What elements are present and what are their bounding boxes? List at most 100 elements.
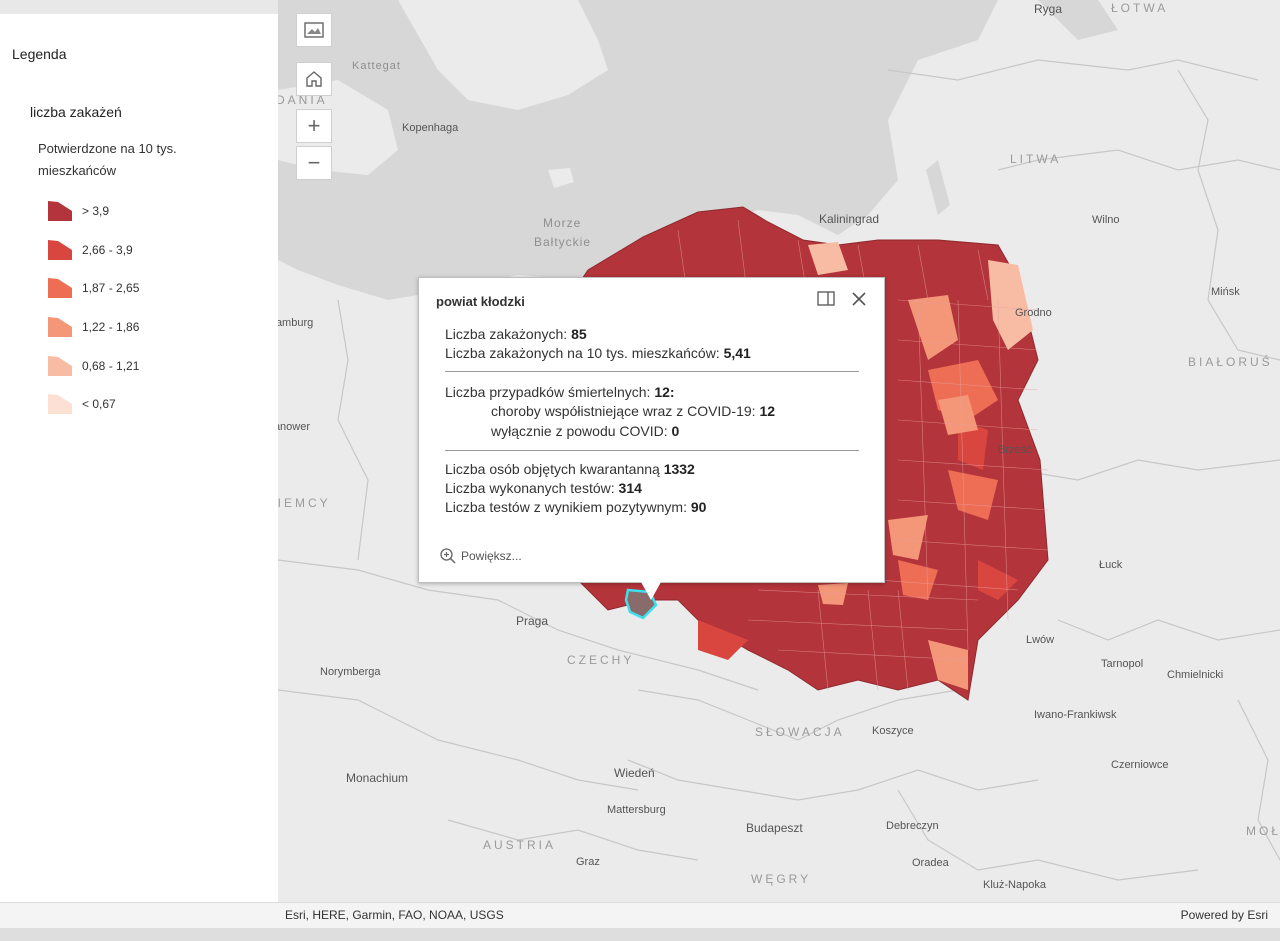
zoom-to-label: Powiększ...: [461, 549, 522, 563]
map-label: WĘGRY: [751, 872, 812, 886]
legend-panel: Legenda liczba zakażeń Potwierdzone na 1…: [0, 14, 278, 902]
home-icon: [306, 71, 322, 87]
border-line: [1017, 459, 1280, 481]
legend-item: < 0,67: [46, 385, 139, 424]
popup-tests-label: Liczba wykonanych testów:: [445, 480, 619, 496]
legend-swatch: [48, 317, 72, 338]
popup-tests: Liczba wykonanych testów: 314: [445, 480, 642, 496]
map-label: CZECHY: [567, 653, 635, 667]
popup-quarantine-label: Liczba osób objętych kwarantanną: [445, 461, 664, 477]
legend-swatch: [48, 394, 72, 415]
map-label: Bałtyckie: [534, 235, 592, 249]
close-button[interactable]: [849, 289, 869, 309]
border-line: [278, 689, 639, 791]
legend-item-label: 1,22 - 1,86: [82, 320, 140, 335]
popup-separator: [445, 371, 859, 372]
map-label: Chmielnicki: [1167, 669, 1224, 681]
popup-positive-label: Liczba testów z wynikiem pozytywnym:: [445, 499, 691, 515]
popup-deaths: Liczba przypadków śmiertelnych: 12:: [445, 384, 675, 400]
legend-item-label: > 3,9: [82, 204, 110, 219]
border-line: [627, 759, 1039, 801]
popup-quarantine: Liczba osób objętych kwarantanną 1332: [445, 461, 695, 477]
legend-title: Legenda: [12, 46, 67, 62]
popup-positive: Liczba testów z wynikiem pozytywnym: 90: [445, 499, 706, 515]
powered-by-link[interactable]: Powered by Esri: [1181, 908, 1268, 922]
popup-covid-only-label: wyłącznie z powodu COVID:: [491, 423, 672, 439]
legend-swatch: [48, 239, 72, 260]
legend-item: 0,68 - 1,21: [46, 346, 139, 385]
basemap-gallery-icon: [304, 22, 324, 38]
legend-swatch: [48, 278, 72, 299]
map-label: Graz: [576, 856, 600, 868]
map-label: Czerniowce: [1111, 759, 1169, 771]
legend-item-label: < 0,67: [82, 397, 116, 412]
map-label: BIAŁORUŚ: [1188, 355, 1273, 369]
map-label: Mińsk: [1211, 286, 1240, 298]
zoom-to-link[interactable]: Powiększ...: [439, 547, 522, 565]
legend-item: 1,22 - 1,86: [46, 308, 139, 347]
map-label: LITWA: [1010, 152, 1062, 166]
map-label: Wiedeń: [614, 766, 655, 780]
popup-deaths-label: Liczba przypadków śmiertelnych:: [445, 384, 655, 400]
legend-item-label: 0,68 - 1,21: [82, 358, 140, 373]
map-label: SŁOWACJA: [755, 725, 845, 739]
map-label: Kaliningrad: [819, 212, 880, 226]
map-label: Koszyce: [872, 725, 914, 737]
popup-separator: [445, 450, 859, 451]
legend-item-label: 2,66 - 3,9: [82, 242, 133, 257]
popup-pointer: [641, 582, 661, 600]
dock-button[interactable]: [817, 291, 835, 307]
border-line: [887, 59, 1259, 81]
map-label: MOŁD: [1246, 824, 1280, 838]
map-label: Tarnopol: [1101, 658, 1144, 670]
popup-deaths-value: 12:: [654, 384, 675, 400]
map-label: Morze: [543, 216, 582, 230]
border-line: [337, 299, 369, 561]
basemap-gallery-button[interactable]: [296, 13, 332, 47]
map-label: Iwano-Frankiwsk: [1034, 709, 1117, 721]
map-label: ŁOTWA: [1111, 1, 1169, 15]
popup-comorbid-label: choroby współistniejące wraz z COVID-19:: [491, 403, 760, 419]
zoom-out-button[interactable]: −: [296, 146, 332, 180]
legend-item: 2,66 - 3,9: [46, 231, 139, 270]
map-label: Ryga: [1034, 2, 1063, 16]
legend-item: 1,87 - 2,65: [46, 269, 139, 308]
map-label: NIEMCY: [278, 496, 331, 510]
legend-swatch: [48, 355, 72, 376]
map-label: Kopenhaga: [402, 122, 459, 134]
map-label: Kattegat: [352, 60, 401, 72]
map-label: Łuck: [1099, 559, 1123, 571]
map-label: Wilno: [1092, 214, 1120, 226]
map-app: Legenda liczba zakażeń Potwierdzone na 1…: [0, 0, 1280, 930]
popup-comorbid-value: 12: [759, 403, 776, 419]
zoom-in-button[interactable]: +: [296, 109, 332, 143]
legend-item-label: 1,87 - 2,65: [82, 281, 140, 296]
map-label: Kluż-Napoka: [983, 879, 1046, 891]
map-label: Hanower: [278, 421, 311, 433]
map-label: Brześć: [998, 444, 1032, 456]
map-label: Monachium: [346, 771, 409, 785]
popup-tests-value: 314: [618, 480, 642, 496]
popup-positive-value: 90: [690, 499, 707, 515]
popup-covid-only: wyłącznie z powodu COVID: 0: [491, 423, 679, 439]
bottom-strip: [0, 928, 1280, 941]
home-button[interactable]: [296, 62, 332, 96]
map-label: Budapeszt: [746, 821, 803, 835]
layer-title: liczba zakażeń: [30, 104, 122, 120]
dock-icon: [817, 291, 835, 306]
legend-items: > 3,9 2,66 - 3,9 1,87 - 2,65 1,22 - 1,86…: [46, 192, 139, 424]
zoom-in-magnifier-icon: [440, 548, 456, 564]
legend-item: > 3,9: [46, 192, 139, 231]
popup-infected-10k-label: Liczba zakażonych na 10 tys. mieszkańców…: [445, 345, 724, 361]
map-label: Debreczyn: [886, 820, 939, 832]
popup-infected-value: 85: [571, 326, 587, 342]
popup-covid-only-value: 0: [671, 423, 680, 439]
map-label: Lwów: [1026, 634, 1055, 646]
map-label: AUSTRIA: [483, 838, 557, 852]
popup-infected-10k-value: 5,41: [723, 345, 751, 361]
border-line: [1057, 619, 1280, 641]
map-label: Mattersburg: [607, 804, 666, 816]
popup-infected-10k: Liczba zakażonych na 10 tys. mieszkańców…: [445, 345, 751, 361]
popup-quarantine-value: 1332: [663, 461, 695, 477]
border-line: [1177, 69, 1280, 361]
